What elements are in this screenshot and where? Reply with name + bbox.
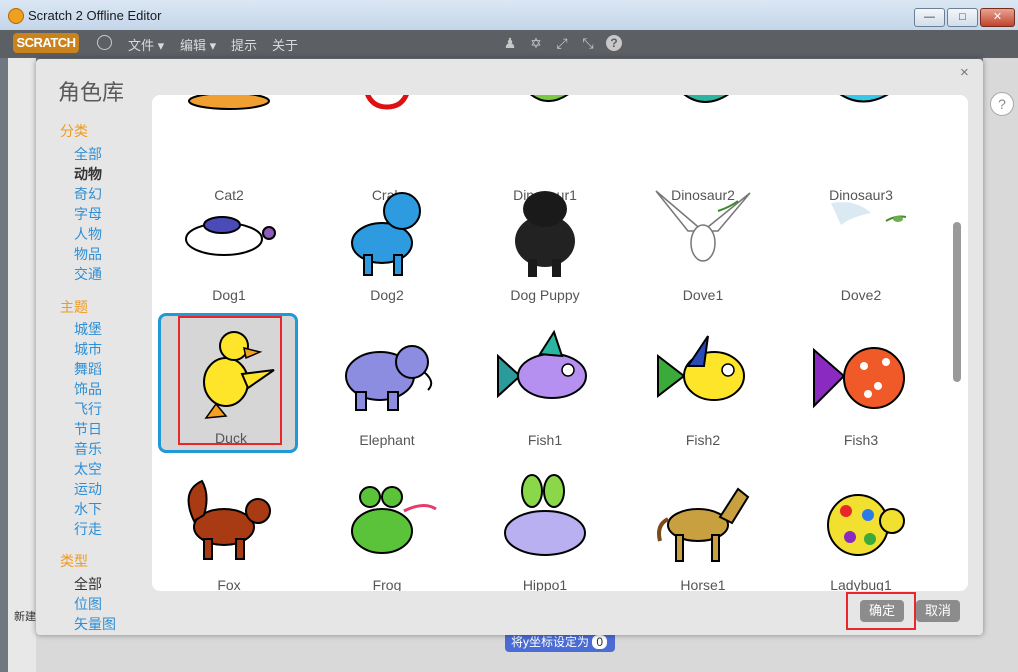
filter-type-all[interactable]: 全部 xyxy=(74,574,102,594)
sprite-name: Dog1 xyxy=(212,287,246,303)
theme-heading: 主题 xyxy=(60,299,88,315)
dove-sprite-image xyxy=(655,190,751,262)
sprite-name: Dove1 xyxy=(682,287,724,303)
sprite-dog-puppy[interactable]: Dog Puppy xyxy=(475,173,615,313)
sprite-name: Horse1 xyxy=(680,577,726,591)
sprite-dove2[interactable]: Dove2 xyxy=(791,173,931,313)
sprite-elephant[interactable]: Elephant xyxy=(317,318,457,458)
close-icon[interactable]: × xyxy=(960,64,969,81)
filter-theme-walking[interactable]: 行走 xyxy=(74,519,102,539)
scratch-logo[interactable]: SCRATCH xyxy=(13,33,79,53)
sprite-frog[interactable]: Frog xyxy=(317,463,457,591)
filter-theme-dress-up[interactable]: 饰品 xyxy=(74,379,102,399)
title-bar: Scratch 2 Offline Editor — □ ✕ xyxy=(0,0,1018,31)
dog-sprite-image xyxy=(185,216,276,256)
scripts-panel-edge xyxy=(983,58,1018,672)
filter-theme-holiday[interactable]: 节日 xyxy=(74,419,102,439)
sprite-fish3[interactable]: Fish3 xyxy=(791,318,931,458)
duplicate-stamp-icon[interactable]: ♟ xyxy=(502,35,518,51)
menu-edit[interactable]: 编辑 ▾ xyxy=(180,35,216,54)
filter-category-transport[interactable]: 交通 xyxy=(74,264,102,284)
help-icon[interactable]: ? xyxy=(606,35,622,51)
sprite-name: Hippo1 xyxy=(522,577,568,591)
fox-sprite-image xyxy=(187,479,271,560)
dinosaur-sprite-image xyxy=(683,95,729,103)
dialog-title: 角色库 xyxy=(58,80,125,105)
cancel-button[interactable]: 取消 xyxy=(916,600,960,622)
sprite-name: Fish1 xyxy=(527,432,563,448)
horse-sprite-image xyxy=(657,487,750,562)
scripts-help-button[interactable]: ? xyxy=(990,92,1014,116)
menu-about[interactable]: 关于 xyxy=(272,35,298,54)
sprite-name: Dog2 xyxy=(370,287,404,303)
scratch-cat-icon xyxy=(8,8,24,24)
filter-theme-underwater[interactable]: 水下 xyxy=(74,499,102,519)
sprite-hippo1[interactable]: Hippo1 xyxy=(475,463,615,591)
minimize-button[interactable]: — xyxy=(914,8,945,27)
filter-type-vector[interactable]: 矢量图 xyxy=(74,614,116,634)
sprite-horse1[interactable]: Horse1 xyxy=(633,463,773,591)
filter-theme-dance[interactable]: 舞蹈 xyxy=(74,359,102,379)
sprite-dove1[interactable]: Dove1 xyxy=(633,173,773,313)
dove-sprite-image xyxy=(831,202,907,225)
fish-sprite-image xyxy=(497,329,587,399)
sprite-name: Fish2 xyxy=(685,432,721,448)
filter-category-people[interactable]: 人物 xyxy=(74,224,102,244)
sprite-name: Fish3 xyxy=(843,432,879,448)
menu-file[interactable]: 文件 ▾ xyxy=(128,35,164,54)
close-window-button[interactable]: ✕ xyxy=(980,8,1015,27)
puppy-sprite-image xyxy=(515,191,575,277)
filter-category-all[interactable]: 全部 xyxy=(74,144,102,164)
dinosaur-sprite-image xyxy=(529,95,569,102)
sprite-name: Elephant xyxy=(359,432,415,448)
filter-category-animals[interactable]: 动物 xyxy=(74,164,102,184)
highlight-box-ok xyxy=(846,592,916,630)
stage-panel-background xyxy=(8,58,36,672)
shrink-icon[interactable]: ⤡ xyxy=(580,35,596,51)
cat-sprite-image xyxy=(188,95,270,110)
sprite-fox[interactable]: Fox xyxy=(159,463,299,591)
grid-scrollbar-thumb[interactable] xyxy=(953,222,961,382)
type-heading: 类型 xyxy=(60,553,88,569)
category-heading: 分类 xyxy=(60,123,88,139)
new-sprite-label: 新建 xyxy=(14,611,36,623)
sprite-ladybug1[interactable]: Ladybug1 xyxy=(791,463,931,591)
sprite-name: Fox xyxy=(217,577,241,591)
highlight-box-duck xyxy=(178,316,282,445)
filter-theme-city[interactable]: 城市 xyxy=(74,339,102,359)
sprite-name: Dove2 xyxy=(840,287,882,303)
fish-sprite-image xyxy=(813,347,905,409)
filter-category-fantasy[interactable]: 奇幻 xyxy=(74,184,102,204)
filter-theme-sports[interactable]: 运动 xyxy=(74,479,102,499)
dinosaur-sprite-image xyxy=(839,95,889,103)
set-y-block[interactable]: 将y坐标设定为 0 xyxy=(505,632,615,652)
sprite-dog2[interactable]: Dog2 xyxy=(317,173,457,313)
sprite-fish1[interactable]: Fish1 xyxy=(475,318,615,458)
filter-theme-music[interactable]: 音乐 xyxy=(74,439,102,459)
globe-icon[interactable] xyxy=(97,35,112,50)
hippo-sprite-image xyxy=(504,474,586,556)
filter-category-things[interactable]: 物品 xyxy=(74,244,102,264)
filter-category-letters[interactable]: 字母 xyxy=(74,204,102,224)
sprite-name: Frog xyxy=(372,577,402,591)
sprite-name: Dog Puppy xyxy=(510,287,580,303)
ladybug-sprite-image xyxy=(827,494,905,556)
frog-sprite-image xyxy=(351,486,437,554)
filter-theme-space[interactable]: 太空 xyxy=(74,459,102,479)
sprite-dog1[interactable]: Dog1 xyxy=(159,173,299,313)
cut-scissors-icon[interactable]: ✡ xyxy=(528,35,544,51)
elephant-sprite-image xyxy=(345,345,433,411)
sprite-fish2[interactable]: Fish2 xyxy=(633,318,773,458)
filter-type-bitmap[interactable]: 位图 xyxy=(74,594,102,614)
sprite-name: Ladybug1 xyxy=(830,577,892,591)
filter-theme-castle[interactable]: 城堡 xyxy=(74,319,102,339)
dog-sprite-image xyxy=(351,192,421,276)
filter-theme-flying[interactable]: 飞行 xyxy=(74,399,102,419)
menu-tips[interactable]: 提示 xyxy=(231,35,257,54)
window-title: Scratch 2 Offline Editor xyxy=(28,8,162,23)
crab-sprite-image xyxy=(365,95,409,110)
maximize-button[interactable]: □ xyxy=(947,8,978,27)
grow-icon[interactable]: ⤢ xyxy=(554,35,570,51)
fish-sprite-image xyxy=(657,335,745,401)
